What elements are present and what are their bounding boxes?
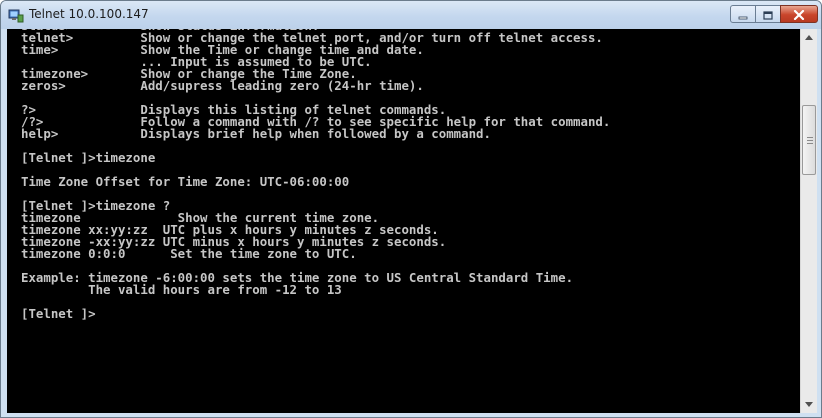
minimize-button[interactable] [730, 5, 756, 23]
grip-line [807, 140, 813, 141]
close-button[interactable] [780, 5, 818, 23]
telnet-computer-icon[interactable] [8, 8, 24, 23]
terminal-text: status> Show status information.telnet> … [21, 29, 610, 320]
terminal-line: The valid hours are from -12 to 13 [21, 282, 342, 297]
scrollbar-thumb[interactable] [802, 105, 816, 175]
terminal-output[interactable]: status> Show status information.telnet> … [7, 29, 800, 413]
minimize-icon [738, 5, 748, 24]
close-icon [793, 5, 805, 24]
terminal-line: zeros> Add/supress leading zero (24-hr t… [21, 78, 424, 93]
grip-line [807, 137, 813, 138]
scroll-up-arrow-icon[interactable] [801, 29, 817, 46]
terminal-line: [Telnet ]>timezone [21, 150, 156, 165]
terminal-line: help> Displays brief help when followed … [21, 126, 491, 141]
vertical-scrollbar[interactable] [800, 29, 817, 413]
terminal-line: Time Zone Offset for Time Zone: UTC-06:0… [21, 174, 350, 189]
maximize-button[interactable] [755, 5, 781, 23]
maximize-icon [763, 5, 773, 24]
grip-line [807, 143, 813, 144]
scroll-down-arrow-icon[interactable] [801, 396, 817, 413]
terminal-line: [Telnet ]> [21, 306, 96, 321]
window-title: Telnet 10.0.100.147 [29, 7, 149, 21]
terminal-line: timezone 0:0:0 Set the time zone to UTC. [21, 246, 357, 261]
title-bar[interactable]: Telnet 10.0.100.147 [1, 1, 821, 29]
telnet-window: Telnet 10.0.100.147 status> Show status … [0, 0, 822, 418]
